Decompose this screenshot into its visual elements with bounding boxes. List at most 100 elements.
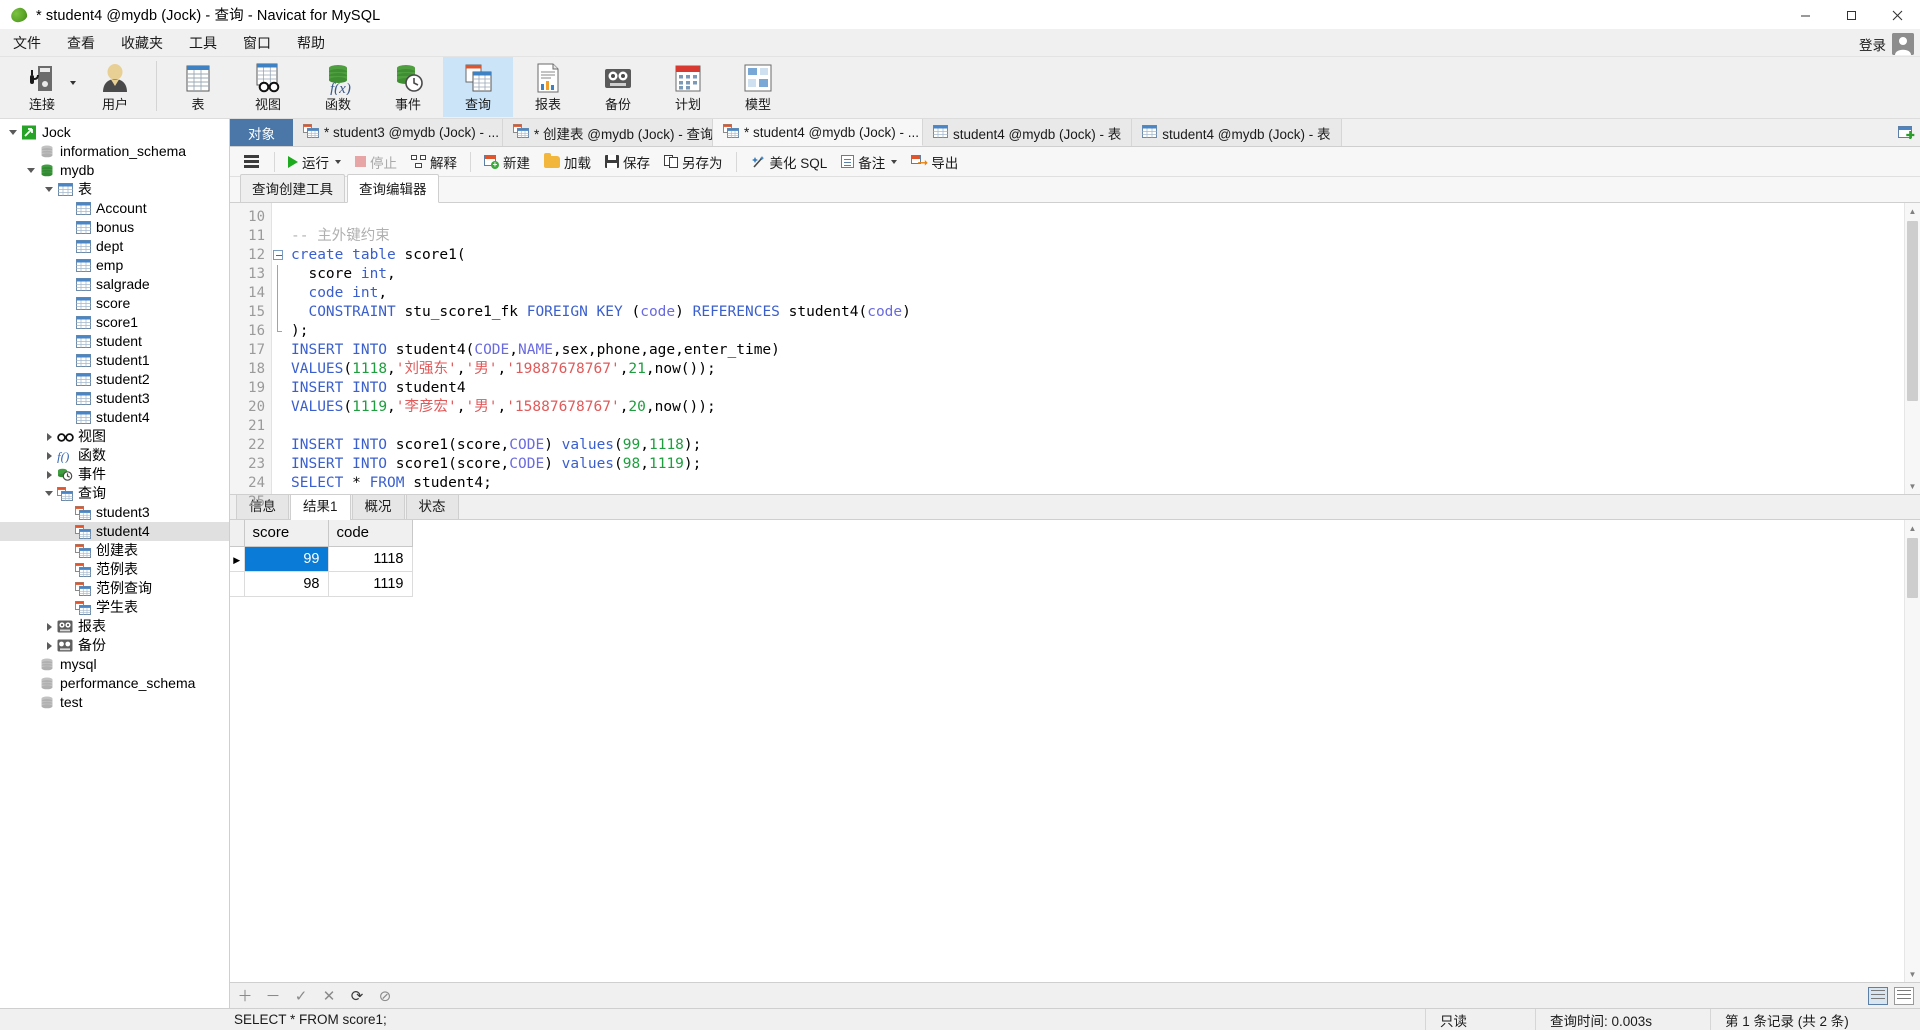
tree-node--[interactable]: f() 函数 xyxy=(0,446,229,465)
code-line[interactable]: INSERT INTO student4 xyxy=(291,379,1920,398)
menu-view[interactable]: 查看 xyxy=(54,29,108,57)
menu-file[interactable]: 文件 xyxy=(0,29,54,57)
stop-button[interactable]: 停止 xyxy=(349,149,403,175)
tree-node-score[interactable]: score xyxy=(0,294,229,313)
document-tab-3[interactable]: student4 @mydb (Jock) - 表 xyxy=(923,119,1133,146)
table-cell[interactable]: 98 xyxy=(244,571,329,597)
code-line[interactable]: VALUES(1119,'李彦宏','男','15887678767',20,n… xyxy=(291,398,1920,417)
result-table[interactable]: score code ▶ 99 1118 98 1119 xyxy=(230,520,413,597)
object-tree-sidebar[interactable]: Jock information_schema mydb 表 Account bonus d… xyxy=(0,119,230,1008)
document-tab-0[interactable]: * student3 @mydb (Jock) - ... xyxy=(293,119,503,146)
close-icon[interactable] xyxy=(1874,0,1920,30)
tree-node-emp[interactable]: emp xyxy=(0,256,229,275)
menu-favorites[interactable]: 收藏夹 xyxy=(108,29,176,57)
tree-node--[interactable]: 事件 xyxy=(0,465,229,484)
tab-query-editor[interactable]: 查询编辑器 xyxy=(347,174,439,203)
tree-node--[interactable]: 查询 xyxy=(0,484,229,503)
chevron-right-icon[interactable] xyxy=(42,622,56,631)
tree-node--[interactable]: 表 xyxy=(0,180,229,199)
chevron-right-icon[interactable] xyxy=(42,641,56,650)
column-header-code[interactable]: code xyxy=(328,520,413,547)
beautify-sql-button[interactable]: 美化 SQL xyxy=(744,149,834,175)
document-tab-1[interactable]: * 创建表 @mydb (Jock) - 查询 xyxy=(503,119,713,146)
export-button[interactable]: ➞ 导出 xyxy=(905,149,964,175)
document-tab-4[interactable]: student4 @mydb (Jock) - 表 xyxy=(1132,119,1342,146)
scrollbar-thumb[interactable] xyxy=(1907,538,1918,598)
explain-button[interactable]: 解释 xyxy=(405,149,463,175)
sql-code-area[interactable]: -- 主外键约束 create table score1( score int, … xyxy=(285,203,1920,494)
tree-node--[interactable]: 视图 xyxy=(0,427,229,446)
tab-objects[interactable]: 对象 xyxy=(230,119,293,146)
result-grid-area[interactable]: score code ▶ 99 1118 98 1119 ▲ ▼ xyxy=(230,520,1920,982)
chevron-right-icon[interactable] xyxy=(42,432,56,441)
stop-loading-icon[interactable]: ⊘ xyxy=(376,987,394,1005)
code-line[interactable] xyxy=(291,417,1920,436)
tree-node-jock[interactable]: Jock xyxy=(0,123,229,142)
apply-icon[interactable]: ✓ xyxy=(292,987,310,1005)
toolbar-function-button[interactable]: f(x) 函数 xyxy=(303,57,373,117)
tree-node-student1[interactable]: student1 xyxy=(0,351,229,370)
chevron-down-icon[interactable] xyxy=(70,81,76,85)
toolbar-backup-button[interactable]: 备份 xyxy=(583,57,653,117)
chevron-right-icon[interactable] xyxy=(42,451,56,460)
code-line[interactable]: CONSTRAINT stu_score1_fk FOREIGN KEY (co… xyxy=(291,303,1920,322)
chevron-down-icon[interactable] xyxy=(42,491,56,496)
column-header-score[interactable]: score xyxy=(244,520,329,547)
new-query-button[interactable]: + 新建 xyxy=(478,149,536,175)
tree-node-dept[interactable]: dept xyxy=(0,237,229,256)
code-line[interactable]: create table score1( xyxy=(291,246,1920,265)
new-tab-button[interactable]: ✚ xyxy=(1892,119,1920,146)
code-fold-column[interactable] xyxy=(272,203,285,494)
tree-node-student3[interactable]: student3 xyxy=(0,503,229,522)
tree-node-student[interactable]: student xyxy=(0,332,229,351)
chevron-down-icon[interactable] xyxy=(6,130,20,135)
toolbar-query-button[interactable]: 查询 xyxy=(443,57,513,117)
result-tab-2[interactable]: 概况 xyxy=(351,491,405,519)
tree-node--[interactable]: 报表 xyxy=(0,617,229,636)
run-button[interactable]: 运行 xyxy=(282,149,347,175)
code-line[interactable]: INSERT INTO score1(score,CODE) values(98… xyxy=(291,455,1920,474)
scrollbar-thumb[interactable] xyxy=(1907,221,1918,401)
menu-window[interactable]: 窗口 xyxy=(230,29,284,57)
tree-node-student4[interactable]: student4 xyxy=(0,408,229,427)
tree-node--[interactable]: 范例查询 xyxy=(0,579,229,598)
result-tab-3[interactable]: 状态 xyxy=(405,491,459,519)
avatar[interactable] xyxy=(1892,32,1914,55)
document-tab-2[interactable]: * student4 @mydb (Jock) - ... xyxy=(713,119,923,146)
code-line[interactable]: score int, xyxy=(291,265,1920,284)
tree-node-bonus[interactable]: bonus xyxy=(0,218,229,237)
tree-node--[interactable]: 备份 xyxy=(0,636,229,655)
scroll-down-arrow-icon[interactable]: ▼ xyxy=(1905,478,1920,494)
table-cell[interactable]: 99 xyxy=(244,546,329,572)
row-marker[interactable]: ▶ xyxy=(230,546,245,572)
code-line[interactable] xyxy=(291,208,1920,227)
fold-toggle-icon[interactable] xyxy=(272,246,285,265)
tree-node-mydb[interactable]: mydb xyxy=(0,161,229,180)
note-button[interactable]: 备注 xyxy=(835,149,903,175)
delete-record-icon[interactable]: － xyxy=(264,985,282,1006)
toolbar-report-button[interactable]: 报表 xyxy=(513,57,583,117)
code-line[interactable]: INSERT INTO student4(CODE,NAME,sex,phone… xyxy=(291,341,1920,360)
tree-node-information_schema[interactable]: information_schema xyxy=(0,142,229,161)
refresh-icon[interactable]: ⟳ xyxy=(348,987,366,1005)
tree-node--[interactable]: 学生表 xyxy=(0,598,229,617)
save-as-button[interactable]: 另存为 xyxy=(658,149,729,175)
toolbar-model-button[interactable]: 模型 xyxy=(723,57,793,117)
tree-node-account[interactable]: Account xyxy=(0,199,229,218)
code-line[interactable]: SELECT * FROM student4; xyxy=(291,474,1920,493)
maximize-icon[interactable] xyxy=(1828,0,1874,30)
tree-node-student4[interactable]: student4 xyxy=(0,522,229,541)
login-label[interactable]: 登录 xyxy=(1859,34,1886,54)
code-line[interactable]: SELECT * FROM score1; xyxy=(291,493,1920,494)
scroll-up-arrow-icon[interactable]: ▲ xyxy=(1905,203,1920,219)
grid-vertical-scrollbar[interactable]: ▲ ▼ xyxy=(1904,520,1920,982)
table-cell[interactable]: 1119 xyxy=(328,571,413,597)
toolbar-event-button[interactable]: 事件 xyxy=(373,57,443,117)
tree-node-score1[interactable]: score1 xyxy=(0,313,229,332)
table-cell[interactable]: 1118 xyxy=(328,546,413,572)
code-line[interactable]: INSERT INTO score1(score,CODE) values(99… xyxy=(291,436,1920,455)
code-line[interactable]: VALUES(1118,'刘强东','男','19887678767',21,n… xyxy=(291,360,1920,379)
code-line[interactable]: -- 主外键约束 xyxy=(291,227,1920,246)
code-line[interactable]: ); xyxy=(291,322,1920,341)
menu-tools[interactable]: 工具 xyxy=(176,29,230,57)
